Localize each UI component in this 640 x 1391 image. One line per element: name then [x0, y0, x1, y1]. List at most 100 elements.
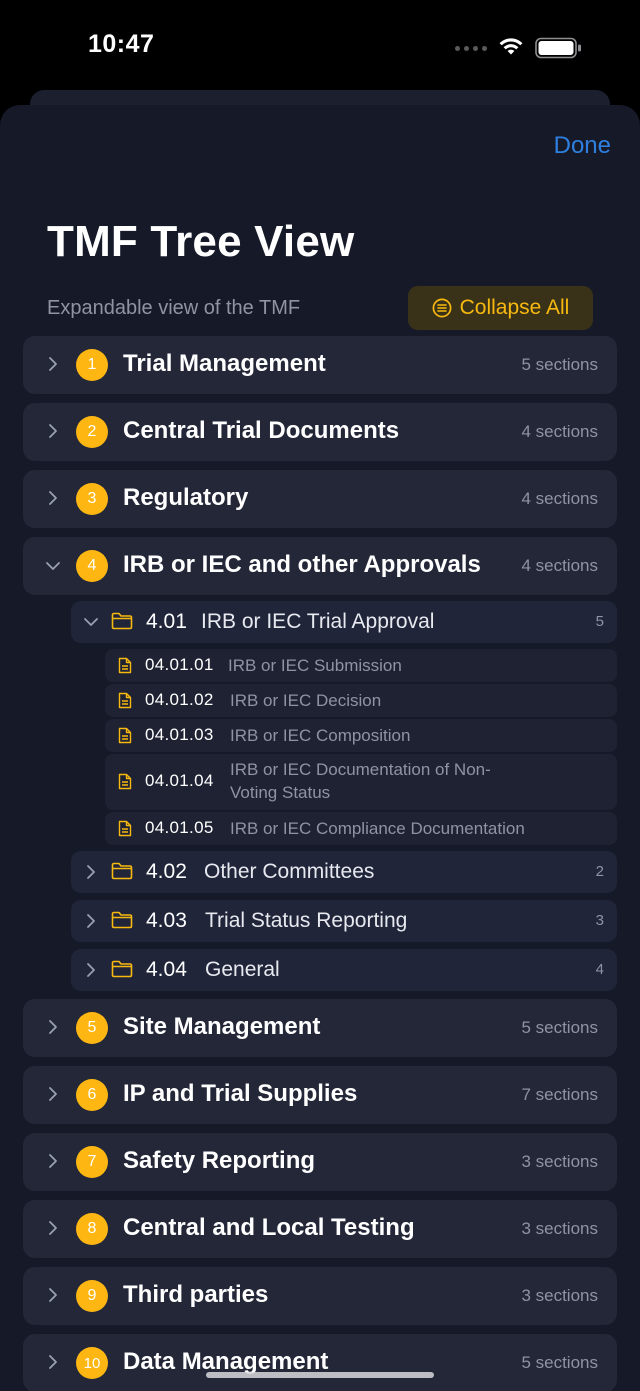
category-number-badge: 4 [76, 550, 108, 582]
document-code: 04.01.02 [145, 690, 214, 709]
document-icon [118, 692, 132, 709]
section-row-4-03[interactable]: 4.03 Trial Status Reporting 3 [71, 900, 617, 942]
chevron-right-icon [87, 914, 95, 928]
document-code: 04.01.01 [145, 655, 214, 674]
document-row-04-01-03[interactable]: 04.01.03 IRB or IEC Composition [105, 719, 617, 752]
section-name: Other Committees [204, 860, 375, 883]
category-name: Regulatory [123, 484, 249, 511]
section-row-4-04[interactable]: 4.04 General 4 [71, 949, 617, 991]
category-section-count: 5 sections [521, 355, 598, 374]
chevron-down-icon [46, 562, 60, 570]
category-number-badge: 10 [76, 1347, 108, 1379]
category-number-badge: 1 [76, 349, 108, 381]
status-time: 10:47 [88, 30, 155, 58]
category-row-third-parties[interactable]: 9 Third parties 3 sections [23, 1267, 617, 1325]
category-section-count: 7 sections [521, 1085, 598, 1104]
section-document-count: 5 [595, 613, 604, 630]
category-name: Safety Reporting [123, 1147, 316, 1174]
chevron-right-icon [87, 865, 95, 879]
chevron-right-icon [49, 1355, 57, 1369]
section-document-count: 4 [595, 961, 604, 978]
document-code: 04.01.04 [145, 771, 214, 790]
folder-icon [111, 911, 133, 929]
document-name: IRB or IEC Submission [228, 656, 402, 675]
category-row-trial-management[interactable]: 1 Trial Management 5 sections [23, 336, 617, 394]
category-number-badge: 3 [76, 483, 108, 515]
category-section-count: 3 sections [521, 1219, 598, 1238]
chevron-right-icon [49, 424, 57, 438]
section-name: Trial Status Reporting [205, 909, 408, 932]
category-section-count: 5 sections [521, 1353, 598, 1372]
category-name: IP and Trial Supplies [123, 1080, 358, 1107]
signal-dots-icon [455, 46, 487, 51]
collapse-all-button[interactable]: Collapse All [408, 286, 593, 330]
section-row-4-02[interactable]: 4.02 Other Committees 2 [71, 851, 617, 893]
category-number-badge: 6 [76, 1079, 108, 1111]
document-row-04-01-01[interactable]: 04.01.01 IRB or IEC Submission [105, 649, 617, 682]
battery-icon [535, 37, 581, 59]
category-name: Site Management [123, 1013, 321, 1040]
category-row-ip-trial-supplies[interactable]: 6 IP and Trial Supplies 7 sections [23, 1066, 617, 1124]
category-section-count: 4 sections [521, 489, 598, 508]
category-row-data-management[interactable]: 10 Data Management 5 sections [23, 1334, 617, 1391]
chevron-right-icon [49, 1154, 57, 1168]
document-code: 04.01.03 [145, 725, 214, 744]
chevron-right-icon [49, 1020, 57, 1034]
category-row-irb-iec-approvals[interactable]: 4 IRB or IEC and other Approvals 4 secti… [23, 537, 617, 595]
document-row-04-01-02[interactable]: 04.01.02 IRB or IEC Decision [105, 684, 617, 717]
page-subtitle: Expandable view of the TMF [47, 297, 301, 319]
category-name: Trial Management [123, 350, 326, 377]
section-document-count: 2 [595, 863, 604, 880]
category-name: IRB or IEC and other Approvals [123, 551, 481, 578]
document-name: IRB or IEC Compliance Documentation [230, 819, 525, 838]
wifi-icon [499, 38, 523, 55]
tmf-tree-list: 1 Trial Management 5 sections 2 Central … [23, 336, 617, 1391]
section-name: General [205, 958, 280, 981]
list-circle-icon [432, 298, 452, 318]
category-name: Third parties [123, 1281, 269, 1308]
done-button[interactable]: Done [554, 132, 611, 160]
category-section-count: 3 sections [521, 1286, 598, 1305]
category-row-central-trial-documents[interactable]: 2 Central Trial Documents 4 sections [23, 403, 617, 461]
category-row-regulatory[interactable]: 3 Regulatory 4 sections [23, 470, 617, 528]
section-document-count: 3 [595, 912, 604, 929]
category-number-badge: 9 [76, 1280, 108, 1312]
section-name: IRB or IEC Trial Approval [201, 610, 435, 633]
category-name: Central Trial Documents [123, 417, 400, 444]
collapse-all-label: Collapse All [459, 296, 570, 319]
chevron-right-icon [87, 963, 95, 977]
document-row-04-01-04[interactable]: 04.01.04 IRB or IEC Documentation of Non… [105, 754, 617, 810]
section-code: 4.01 [146, 610, 187, 633]
document-row-04-01-05[interactable]: 04.01.05 IRB or IEC Compliance Documenta… [105, 812, 617, 845]
document-name: IRB or IEC Decision [230, 691, 382, 710]
category-section-count: 4 sections [521, 556, 598, 575]
folder-icon [111, 612, 133, 630]
category-name: Central and Local Testing [123, 1214, 415, 1241]
document-code: 04.01.05 [145, 818, 214, 837]
chevron-right-icon [49, 1288, 57, 1302]
section-code: 4.02 [146, 860, 187, 883]
chevron-right-icon [49, 491, 57, 505]
category-number-badge: 8 [76, 1213, 108, 1245]
category-row-site-management[interactable]: 5 Site Management 5 sections [23, 999, 617, 1057]
category-number-badge: 2 [76, 416, 108, 448]
page-title: TMF Tree View [47, 217, 355, 266]
chevron-down-icon [84, 618, 98, 626]
category-number-badge: 5 [76, 1012, 108, 1044]
document-icon [118, 820, 132, 837]
home-indicator[interactable] [206, 1372, 434, 1378]
category-number-badge: 7 [76, 1146, 108, 1178]
category-section-count: 5 sections [521, 1018, 598, 1037]
chevron-right-icon [49, 1087, 57, 1101]
folder-icon [111, 960, 133, 978]
category-row-safety-reporting[interactable]: 7 Safety Reporting 3 sections [23, 1133, 617, 1191]
status-bar: 10:47 [0, 0, 640, 100]
category-section-count: 3 sections [521, 1152, 598, 1171]
folder-icon [111, 862, 133, 880]
section-code: 4.03 [146, 909, 187, 932]
category-row-central-local-testing[interactable]: 8 Central and Local Testing 3 sections [23, 1200, 617, 1258]
section-row-4-01[interactable]: 4.01 IRB or IEC Trial Approval 5 [71, 601, 617, 643]
chevron-right-icon [49, 357, 57, 371]
document-icon [118, 727, 132, 744]
document-icon [118, 773, 132, 790]
